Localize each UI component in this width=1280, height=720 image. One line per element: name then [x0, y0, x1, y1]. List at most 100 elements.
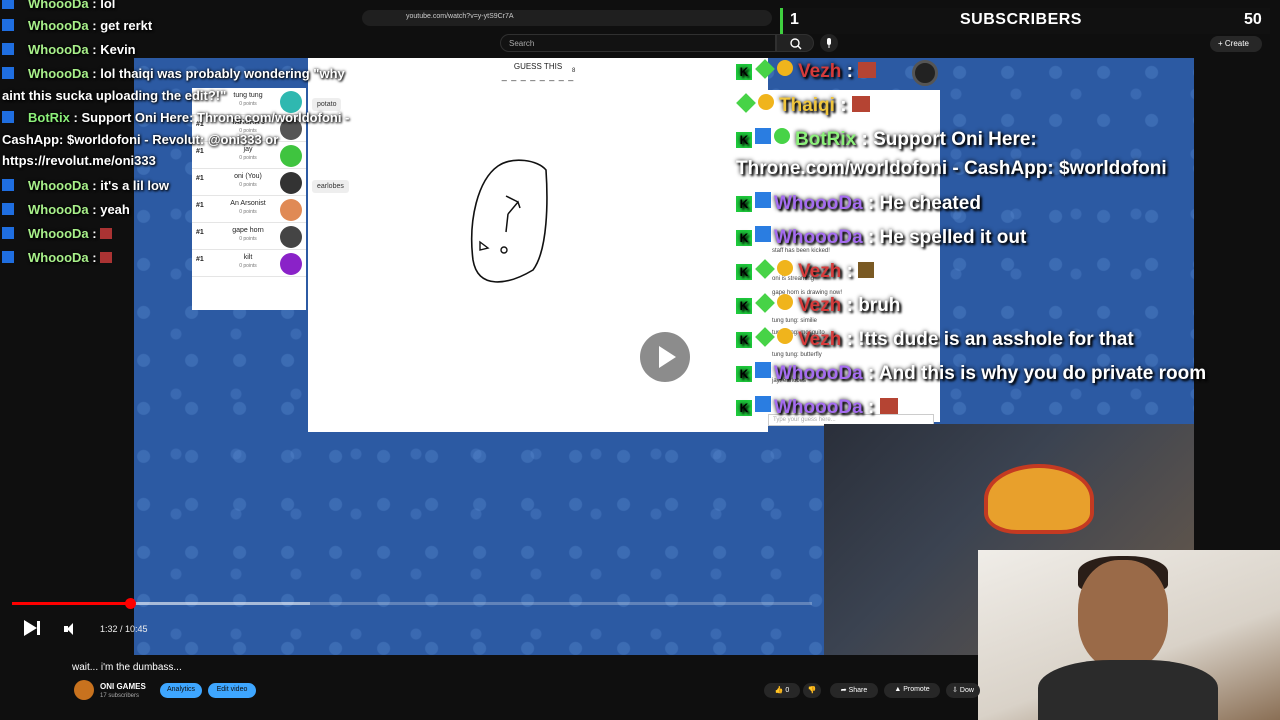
- chat-message-continued: https://revolut.me/oni333: [2, 153, 156, 168]
- chat-separator: :: [88, 42, 101, 57]
- diamond-icon: [755, 327, 775, 347]
- chat-message: K Vezh :: [736, 259, 875, 283]
- coin-icon: [777, 294, 793, 310]
- badge-icon: [2, 227, 14, 239]
- gear-icon[interactable]: [912, 60, 938, 86]
- badge-icon: [2, 179, 14, 191]
- player-points: 0 points: [239, 155, 257, 161]
- share-button[interactable]: ➦ Share: [830, 683, 878, 698]
- dislike-button[interactable]: 👎: [803, 683, 821, 698]
- voice-search-button[interactable]: [820, 34, 838, 52]
- play-overlay-button[interactable]: [640, 332, 690, 382]
- coin-icon: [777, 328, 793, 344]
- like-count: 0: [785, 687, 790, 694]
- face: [1078, 560, 1168, 670]
- chat-username: Thaiqi: [779, 95, 835, 116]
- chat-username: WhoooDa: [28, 42, 89, 57]
- channel-avatar[interactable]: [74, 680, 94, 700]
- badge-icon: [755, 396, 771, 412]
- download-button[interactable]: ⇩ Dow: [946, 683, 980, 698]
- share-icon: ➦: [840, 687, 849, 694]
- progress-bar[interactable]: [12, 598, 812, 609]
- chat-message-continued: CashApp: $worldofoni - Revolut: @oni333 …: [2, 132, 279, 147]
- share-label: Share: [848, 687, 868, 694]
- emote-icon: [858, 62, 877, 78]
- chat-message: Thaiqi :: [736, 93, 870, 117]
- player-avatar: [280, 145, 302, 167]
- kick-icon: K: [736, 264, 752, 280]
- promote-button[interactable]: ▲ Promote: [884, 683, 940, 698]
- chat-message: K WhoooDa :: [736, 396, 898, 419]
- player-row: #1 An Arsonist 0 points: [192, 196, 306, 223]
- chat-separator: :: [88, 178, 101, 193]
- kick-icon: K: [736, 366, 752, 382]
- badge-icon: [755, 128, 771, 144]
- emote-icon: [100, 252, 113, 263]
- thumbs-up-icon: 👍: [774, 687, 786, 694]
- chat-message: K Vezh : bruh: [736, 293, 901, 317]
- guess-bubble: earlobes: [312, 180, 349, 193]
- chat-text: Support Oni Here:: [873, 129, 1037, 150]
- chat-text: He spelled it out: [879, 227, 1027, 248]
- chat-separator: :: [856, 129, 874, 150]
- badge-icon: [2, 0, 14, 9]
- badge-icon: [2, 203, 14, 215]
- video-title: wait... i'm the dumbass...: [72, 662, 182, 673]
- drawing-sketch: [470, 159, 548, 283]
- word-hint-bar: GUESS THIS _ _ _ _ _ _ _ _ 8: [308, 58, 768, 90]
- search-input[interactable]: Search: [500, 34, 776, 52]
- player-rank: #1: [196, 202, 204, 209]
- player-rank: #1: [196, 229, 204, 236]
- coin-icon: [777, 60, 793, 76]
- player-points: 0 points: [239, 263, 257, 269]
- create-button[interactable]: + Create: [1210, 36, 1262, 52]
- player-row: #1 gape horn 0 points: [192, 223, 306, 250]
- promote-icon: ▲: [894, 686, 904, 693]
- analytics-button[interactable]: Analytics: [160, 683, 202, 698]
- channel-subscribers: 17 subscribers: [100, 693, 140, 699]
- channel-name[interactable]: ONI GAMES: [100, 682, 146, 691]
- chat-username: WhoooDa: [774, 227, 863, 248]
- chat-message: WhoooDa : lol thaiqi was probably wonder…: [2, 66, 345, 81]
- chat-username: WhoooDa: [28, 18, 89, 33]
- player-name: kilt: [243, 254, 253, 261]
- player-rank: #1: [196, 256, 204, 263]
- chat-text: bruh: [858, 295, 901, 316]
- chat-message: WhoooDa : it's a lil low: [2, 178, 169, 193]
- player-points: 0 points: [239, 101, 257, 107]
- chat-separator: :: [88, 250, 101, 265]
- chat-username: WhoooDa: [28, 250, 89, 265]
- player-row: #1 kilt 0 points: [192, 250, 306, 277]
- player-avatar: [280, 253, 302, 275]
- chat-separator: :: [88, 202, 101, 217]
- kick-icon: K: [736, 132, 752, 148]
- chat-text: yeah: [100, 202, 130, 217]
- chat-separator: :: [862, 227, 880, 248]
- scrubber-handle[interactable]: [124, 598, 136, 609]
- edit-video-button[interactable]: Edit video: [208, 683, 256, 698]
- chat-separator: :: [841, 61, 859, 82]
- chat-text: it's a lil low: [100, 178, 170, 193]
- webcam-right: [978, 550, 1280, 720]
- chat-message: K Vezh :: [736, 59, 877, 83]
- chat-separator: :: [69, 110, 82, 125]
- play-next-icon[interactable]: [24, 620, 40, 638]
- search-button[interactable]: [776, 34, 814, 52]
- chat-text: He cheated: [879, 193, 981, 214]
- time-display: 1:32 / 10:45: [100, 624, 148, 634]
- emote-icon: [879, 398, 898, 414]
- chat-message: WhoooDa : yeah: [2, 202, 130, 217]
- chat-username: Vezh: [798, 261, 842, 282]
- chat-separator: :: [88, 0, 101, 11]
- like-button[interactable]: 👍 0: [764, 683, 800, 698]
- chat-separator: :: [88, 226, 101, 241]
- chat-message: K Vezh : !tts dude is an asshole for that: [736, 327, 1134, 351]
- player-avatar: [280, 172, 302, 194]
- chat-username: Vezh: [798, 329, 842, 350]
- chat-separator: :: [862, 363, 879, 384]
- url-bar[interactable]: youtube.com/watch?v=y-ytS9Cr7A: [362, 10, 772, 26]
- drawing-canvas[interactable]: [308, 90, 768, 432]
- emote-icon: [858, 262, 875, 278]
- chat-message: WhoooDa : lol: [2, 0, 115, 11]
- volume-icon[interactable]: [64, 622, 78, 636]
